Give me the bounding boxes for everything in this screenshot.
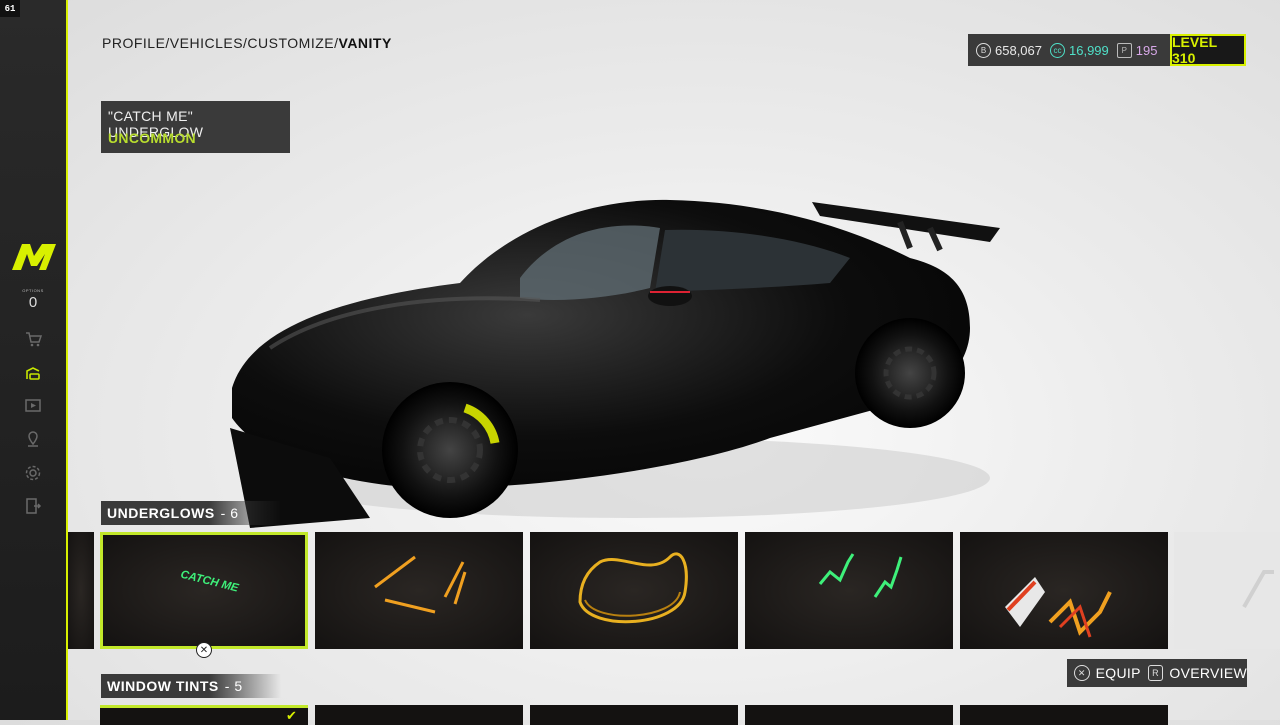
game-logo [12, 244, 56, 270]
underglow-tile-locked[interactable] [1174, 532, 1280, 649]
section-count: - 5 [224, 678, 243, 694]
cart-icon[interactable] [23, 329, 43, 349]
options-count: 0 [28, 294, 38, 311]
map-pin-icon[interactable] [23, 429, 43, 449]
equip-hint[interactable]: EQUIP [1096, 665, 1141, 681]
bucks-balance: B 658,067 [976, 42, 1042, 58]
car-preview[interactable] [210, 188, 1030, 548]
cc-icon: cc [1050, 42, 1065, 58]
garage-icon[interactable] [23, 364, 43, 384]
breadcrumb: PROFILE/VEHICLES/CUSTOMIZE/VANITY [102, 35, 392, 51]
underglow-tile-stripe[interactable] [960, 532, 1168, 649]
sidebar: OPTIONS 0 [0, 0, 68, 720]
parts-balance: P 195 [1116, 42, 1158, 58]
catch-me-text: CATCH ME [179, 569, 240, 595]
catch-me-glow: CATCH ME [179, 569, 240, 595]
window-tint-tile[interactable] [530, 705, 738, 725]
underglows-header: UNDERGLOWS - 6 [101, 501, 281, 525]
check-icon: ✔ [286, 708, 297, 723]
breadcrumb-current: VANITY [338, 35, 392, 51]
options-label: OPTIONS [22, 288, 44, 293]
parts-icon: P [1116, 42, 1132, 58]
cross-button-icon: ✕ [1074, 665, 1090, 681]
fps-counter: 61 [0, 0, 20, 17]
button-hints: ✕ EQUIP R OVERVIEW [1067, 659, 1247, 687]
overview-hint[interactable]: OVERVIEW [1169, 665, 1247, 681]
item-info-panel: "CATCH ME" UNDERGLOW UNCOMMON [101, 101, 290, 153]
section-label: UNDERGLOWS [107, 505, 215, 521]
level-badge: LEVEL 310 [1170, 34, 1246, 66]
gear-icon[interactable] [23, 463, 43, 483]
item-rarity: UNCOMMON [108, 130, 196, 146]
window-tint-tile[interactable] [100, 705, 308, 725]
underglow-tile-gold-ring[interactable] [530, 532, 738, 649]
window-tint-tile[interactable] [745, 705, 953, 725]
play-icon[interactable] [23, 396, 43, 416]
bucks-icon: B [976, 42, 991, 58]
bucks-value: 658,067 [995, 42, 1042, 58]
section-label: WINDOW TINTS [107, 678, 219, 694]
exit-icon[interactable] [23, 496, 43, 516]
window-tint-tile[interactable] [960, 705, 1168, 725]
underglow-tile-orange-slash[interactable] [315, 532, 523, 649]
window-tints-header: WINDOW TINTS - 5 [101, 674, 281, 698]
underglow-tile-partial[interactable] [68, 532, 94, 649]
breadcrumb-path[interactable]: PROFILE/VEHICLES/CUSTOMIZE/ [102, 35, 339, 51]
underglow-tile-catch-me[interactable]: CATCH ME [100, 532, 308, 649]
r-stick-icon: R [1147, 665, 1164, 681]
underglow-tile-green-scribble[interactable] [745, 532, 953, 649]
parts-value: 195 [1135, 42, 1158, 58]
cc-value: 16,999 [1069, 42, 1109, 58]
currency-bar: B 658,067 cc 16,999 P 195 [968, 34, 1170, 66]
window-tint-tile[interactable] [315, 705, 523, 725]
close-circle-icon[interactable]: ✕ [196, 642, 212, 658]
cc-balance: cc 16,999 [1050, 42, 1109, 58]
section-count: - 6 [220, 505, 239, 521]
underglow-strip: CATCH ME [68, 532, 1280, 649]
